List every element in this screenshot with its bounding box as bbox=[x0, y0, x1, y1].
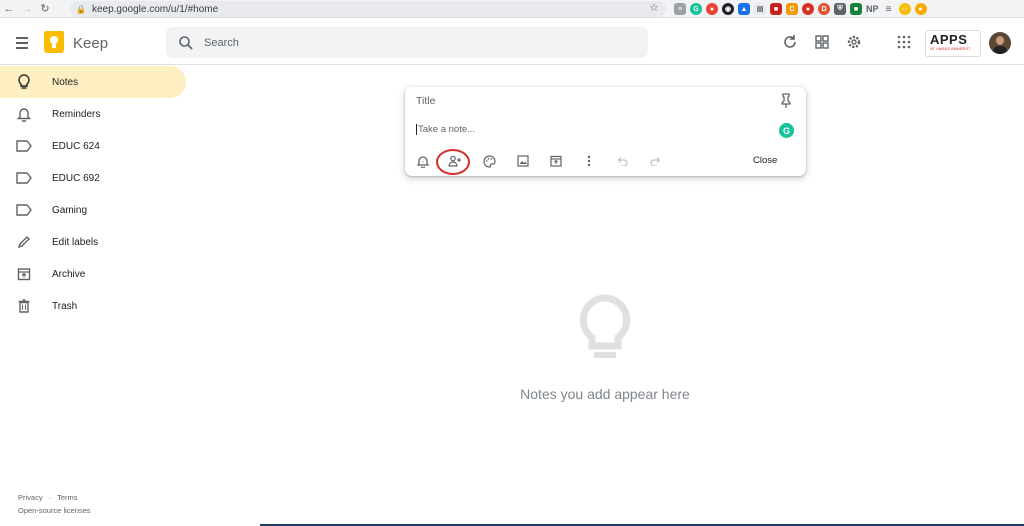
image-icon[interactable] bbox=[515, 153, 531, 169]
account-avatar[interactable] bbox=[989, 32, 1011, 54]
label-icon bbox=[16, 170, 32, 186]
shield-extension-icon[interactable]: ⛨ bbox=[834, 3, 846, 15]
sidebar-footer: Privacy · Terms Open-source licenses bbox=[18, 491, 91, 517]
record-extension-icon[interactable]: ◉ bbox=[722, 3, 734, 15]
undo-icon[interactable] bbox=[614, 153, 630, 169]
redo-icon[interactable] bbox=[648, 153, 664, 169]
sidebar-nav: Notes Reminders EDUC 624 EDUC 692 Gaming… bbox=[0, 66, 190, 322]
sidebar-item-reminders[interactable]: Reminders bbox=[0, 98, 190, 130]
more-options-icon[interactable] bbox=[581, 153, 597, 169]
sidebar-item-label: Gaming bbox=[52, 204, 88, 216]
annotation-highlight-circle bbox=[436, 149, 470, 175]
privacy-link[interactable]: Privacy bbox=[18, 493, 43, 502]
main-menu-icon[interactable] bbox=[10, 31, 34, 55]
lock-icon: 🔒 bbox=[76, 4, 86, 14]
terms-link[interactable]: Terms bbox=[57, 493, 77, 502]
app-header: Keep APPS AT UMASS AMHERST bbox=[0, 19, 1024, 65]
reload-icon[interactable]: ↻ bbox=[36, 0, 54, 18]
app-title: Keep bbox=[73, 35, 109, 52]
organization-logo[interactable]: APPS AT UMASS AMHERST bbox=[925, 30, 981, 57]
back-icon[interactable]: ← bbox=[0, 0, 18, 18]
footer-separator: · bbox=[48, 493, 52, 502]
search-icon[interactable] bbox=[178, 35, 194, 51]
org-logo-text: APPS bbox=[930, 32, 968, 47]
archive-icon[interactable] bbox=[548, 153, 564, 169]
sidebar-item-label: Reminders bbox=[52, 108, 101, 120]
svg-text:+: + bbox=[422, 159, 425, 164]
empty-state-lightbulb-icon bbox=[576, 294, 634, 368]
sidebar-item-label: Trash bbox=[52, 300, 78, 312]
reading-list-icon[interactable]: ≡ bbox=[883, 3, 895, 15]
extension-icon[interactable]: ● bbox=[914, 3, 927, 15]
pencil-icon bbox=[16, 234, 32, 250]
extension-icon[interactable]: ● bbox=[706, 3, 718, 15]
bookmark-star-icon[interactable]: ☆ bbox=[649, 1, 659, 14]
sidebar-item-archive[interactable]: Archive bbox=[0, 258, 190, 290]
lightbulb-icon bbox=[16, 74, 32, 90]
sidebar-item-gaming[interactable]: Gaming bbox=[0, 194, 190, 226]
duckduckgo-extension-icon[interactable]: D bbox=[818, 3, 830, 15]
note-title-input[interactable]: Title bbox=[416, 95, 435, 107]
grid-view-icon[interactable] bbox=[813, 33, 831, 51]
extension-icon[interactable]: ■ bbox=[850, 3, 862, 15]
keep-logo-icon bbox=[44, 31, 64, 53]
grammarly-extension-icon[interactable]: G bbox=[690, 3, 702, 15]
grammarly-badge-icon[interactable]: G bbox=[779, 123, 794, 138]
extension-icon[interactable]: ≡ bbox=[674, 3, 686, 15]
refresh-icon[interactable] bbox=[781, 33, 799, 51]
org-logo-subtext: AT UMASS AMHERST bbox=[930, 46, 971, 51]
sidebar-item-notes[interactable]: Notes bbox=[0, 66, 186, 98]
sidebar-item-label: Archive bbox=[52, 268, 86, 280]
trash-icon bbox=[16, 298, 32, 314]
profile-extension-icon[interactable]: ☺ bbox=[898, 3, 911, 15]
sidebar-item-label: Notes bbox=[52, 76, 79, 88]
close-button[interactable]: Close bbox=[753, 155, 777, 166]
forward-icon[interactable]: → bbox=[18, 0, 36, 18]
np-extension-label[interactable]: NP bbox=[866, 3, 879, 15]
sidebar-item-educ-692[interactable]: EDUC 692 bbox=[0, 162, 190, 194]
archive-icon bbox=[16, 266, 32, 282]
search-bar[interactable] bbox=[166, 27, 648, 58]
url-text: keep.google.com/u/1/#home bbox=[91, 3, 219, 15]
extension-icon[interactable]: ■ bbox=[770, 3, 782, 15]
extension-icon[interactable]: C bbox=[786, 3, 798, 15]
sidebar-item-label: EDUC 624 bbox=[52, 140, 100, 152]
bell-icon bbox=[16, 106, 32, 122]
extensions-bar: ≡ G ● ◉ ▲ ▤ ■ C ● D ⛨ ■ NP ≡ ☺ ● bbox=[674, 2, 927, 16]
open-source-licenses-link[interactable]: Open-source licenses bbox=[18, 504, 91, 517]
remind-me-icon[interactable]: + bbox=[415, 153, 431, 169]
sidebar-item-label: EDUC 692 bbox=[52, 172, 100, 184]
empty-state-message: Notes you add appear here bbox=[520, 386, 690, 402]
address-bar[interactable]: 🔒 keep.google.com/u/1/#home ☆ bbox=[70, 1, 666, 17]
settings-gear-icon[interactable] bbox=[845, 33, 863, 51]
browser-toolbar: ← → ↻ 🔒 keep.google.com/u/1/#home ☆ ≡ G … bbox=[0, 0, 1024, 18]
label-icon bbox=[16, 138, 32, 154]
pin-icon[interactable] bbox=[779, 93, 793, 109]
sidebar-item-trash[interactable]: Trash bbox=[0, 290, 190, 322]
drive-extension-icon[interactable]: ▲ bbox=[738, 3, 750, 15]
sidebar-item-label: Edit labels bbox=[52, 236, 99, 248]
label-icon bbox=[16, 202, 32, 218]
note-body-input[interactable]: Take a note... bbox=[416, 124, 475, 135]
search-input[interactable] bbox=[204, 36, 604, 49]
sidebar-item-edit-labels[interactable]: Edit labels bbox=[0, 226, 190, 258]
extension-icon[interactable]: ● bbox=[802, 3, 814, 15]
doc-extension-icon[interactable]: ▤ bbox=[754, 3, 766, 15]
sidebar-item-educ-624[interactable]: EDUC 624 bbox=[0, 130, 190, 162]
google-apps-icon[interactable] bbox=[895, 33, 913, 51]
palette-icon[interactable] bbox=[481, 153, 497, 169]
